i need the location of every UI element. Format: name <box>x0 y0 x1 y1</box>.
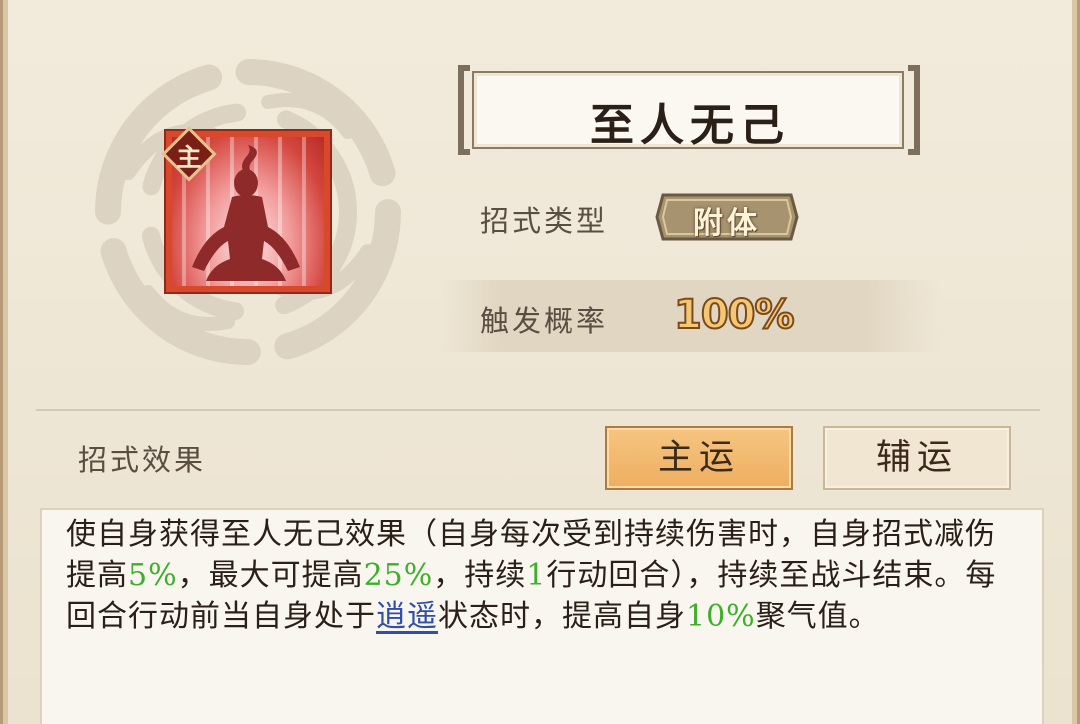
skill-name: 至人无己 <box>590 100 790 151</box>
trigger-rate-value: 100% <box>673 291 796 339</box>
main-badge-label: 主 <box>176 143 202 172</box>
skill-type-value: 附体 <box>693 206 761 241</box>
desc-text: 状态时，提高自身 <box>438 599 686 634</box>
skill-effect-label: 招式效果 <box>78 443 207 477</box>
desc-value-green: 5% <box>128 558 178 593</box>
desc-text: 聚气值。 <box>755 599 880 634</box>
desc-text: ，持续 <box>433 558 527 593</box>
section-divider <box>36 409 1040 411</box>
desc-value-green: 25% <box>363 558 434 593</box>
desc-value-green: 10% <box>686 599 756 634</box>
title-bracket-left <box>458 65 470 155</box>
skill-description: 使自身获得至人无己效果（自身每次受到持续伤害时，自身招式减伤提高5%，最大可提高… <box>66 514 1016 637</box>
aux-tab-button[interactable]: 辅运 <box>823 426 1011 490</box>
skill-title-frame: 至人无己 <box>458 65 920 155</box>
desc-text: ，最大可提高 <box>177 558 364 593</box>
skill-type-label: 招式类型 <box>480 204 609 238</box>
main-tab-button[interactable]: 主运 <box>605 426 793 490</box>
trigger-rate-label: 触发概率 <box>480 304 609 338</box>
title-bracket-right <box>908 65 920 155</box>
desc-value-green: 1 <box>526 558 547 593</box>
status-link-xiaoyao[interactable]: 逍遥 <box>376 599 438 634</box>
